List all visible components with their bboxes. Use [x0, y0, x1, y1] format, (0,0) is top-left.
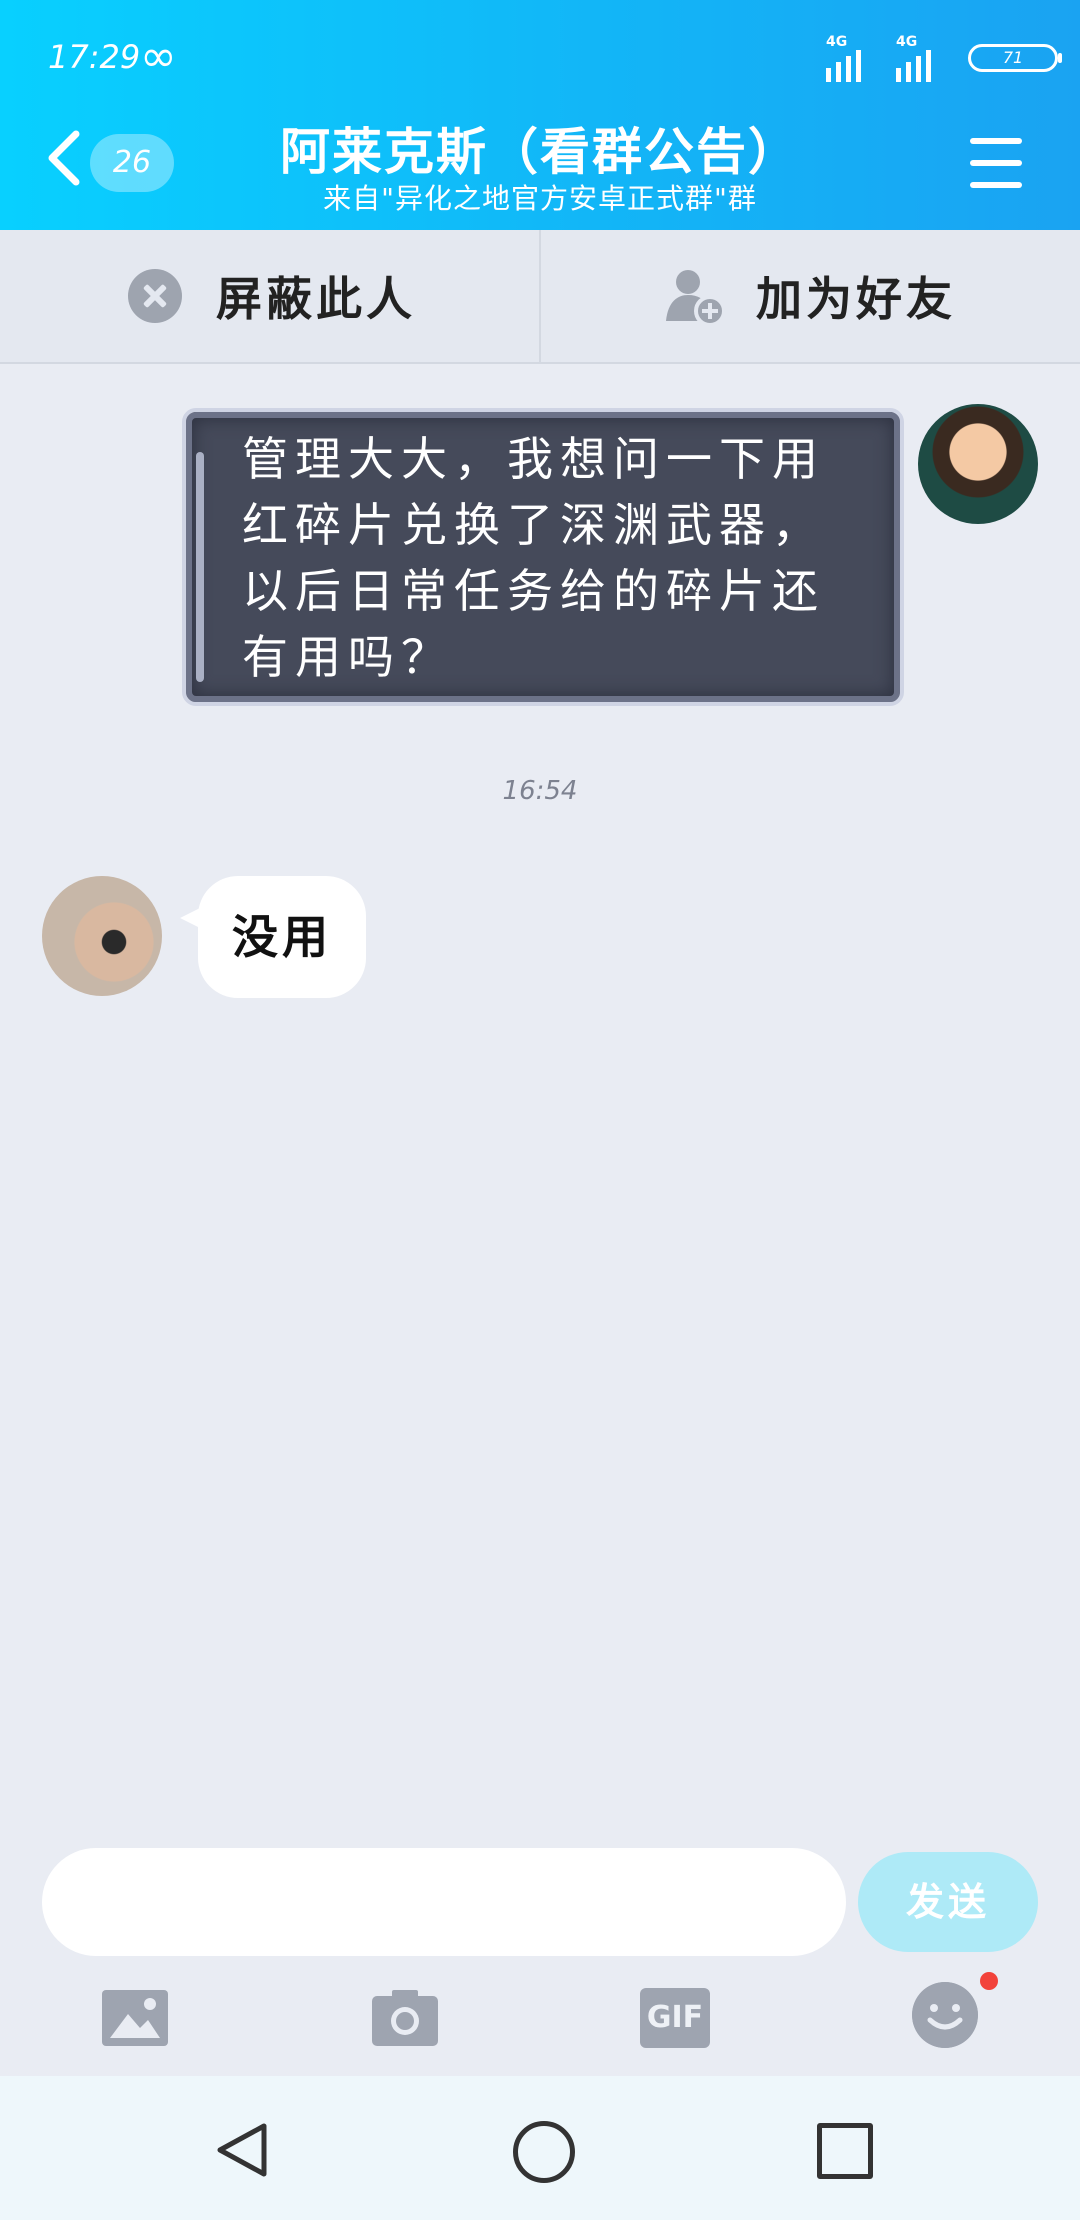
- message-bubble-sent[interactable]: 管理大大，我想问一下用红碎片兑换了深渊武器，以后日常任务给的碎片还有用吗？: [182, 408, 904, 706]
- block-user-button[interactable]: 屏蔽此人: [128, 230, 416, 362]
- block-icon: [128, 269, 182, 323]
- infinity-icon: ∞: [140, 31, 177, 82]
- message-bubble-received[interactable]: 没用: [180, 876, 366, 998]
- nav-recent-apps-icon[interactable]: [817, 2123, 873, 2179]
- chat-subtitle: 来自"异化之地官方安卓正式群"群: [323, 182, 757, 215]
- emoji-icon[interactable]: [912, 1982, 978, 2048]
- message-timestamp: 16:54: [502, 776, 578, 806]
- gif-icon[interactable]: GIF: [640, 1988, 710, 2048]
- camera-icon[interactable]: [370, 1988, 440, 2048]
- nav-back-icon[interactable]: [214, 2120, 270, 2180]
- back-button[interactable]: [44, 128, 84, 188]
- chat-header: 17:29 ∞ 4G 4G 71 26 阿莱克斯（看群公告） 来自"异化之地官方…: [0, 0, 1080, 230]
- system-nav-bar: [0, 2076, 1080, 2220]
- battery-icon: 71: [968, 44, 1062, 72]
- message-input[interactable]: [42, 1848, 846, 1956]
- add-friend-label: 加为好友: [756, 272, 956, 326]
- notification-dot: [980, 1972, 998, 1990]
- avatar[interactable]: [918, 404, 1038, 524]
- add-friend-icon: [666, 270, 726, 327]
- chat-screen: 17:29 ∞ 4G 4G 71 26 阿莱克斯（看群公告） 来自"异化之地官方…: [0, 0, 1080, 2220]
- message-text: 没用: [232, 910, 332, 964]
- bubble-decoration: [196, 452, 204, 682]
- divider: [539, 230, 541, 362]
- image-icon[interactable]: [100, 1988, 170, 2048]
- avatar[interactable]: [42, 876, 162, 996]
- send-button[interactable]: 发送: [858, 1852, 1038, 1952]
- add-friend-button[interactable]: 加为好友: [664, 230, 956, 362]
- menu-icon[interactable]: [970, 138, 1022, 188]
- block-user-label: 屏蔽此人: [216, 272, 416, 326]
- chat-title: 阿莱克斯（看群公告）: [280, 123, 800, 181]
- message-text: 管理大大，我想问一下用红碎片兑换了深渊武器，以后日常任务给的碎片还有用吗？: [242, 432, 825, 684]
- nav-home-icon[interactable]: [513, 2121, 575, 2183]
- profile-action-bar: 屏蔽此人 加为好友: [0, 230, 1080, 364]
- chevron-left-icon: [48, 130, 80, 186]
- status-time: 17:29: [48, 38, 141, 76]
- unread-count-badge[interactable]: 26: [90, 134, 174, 192]
